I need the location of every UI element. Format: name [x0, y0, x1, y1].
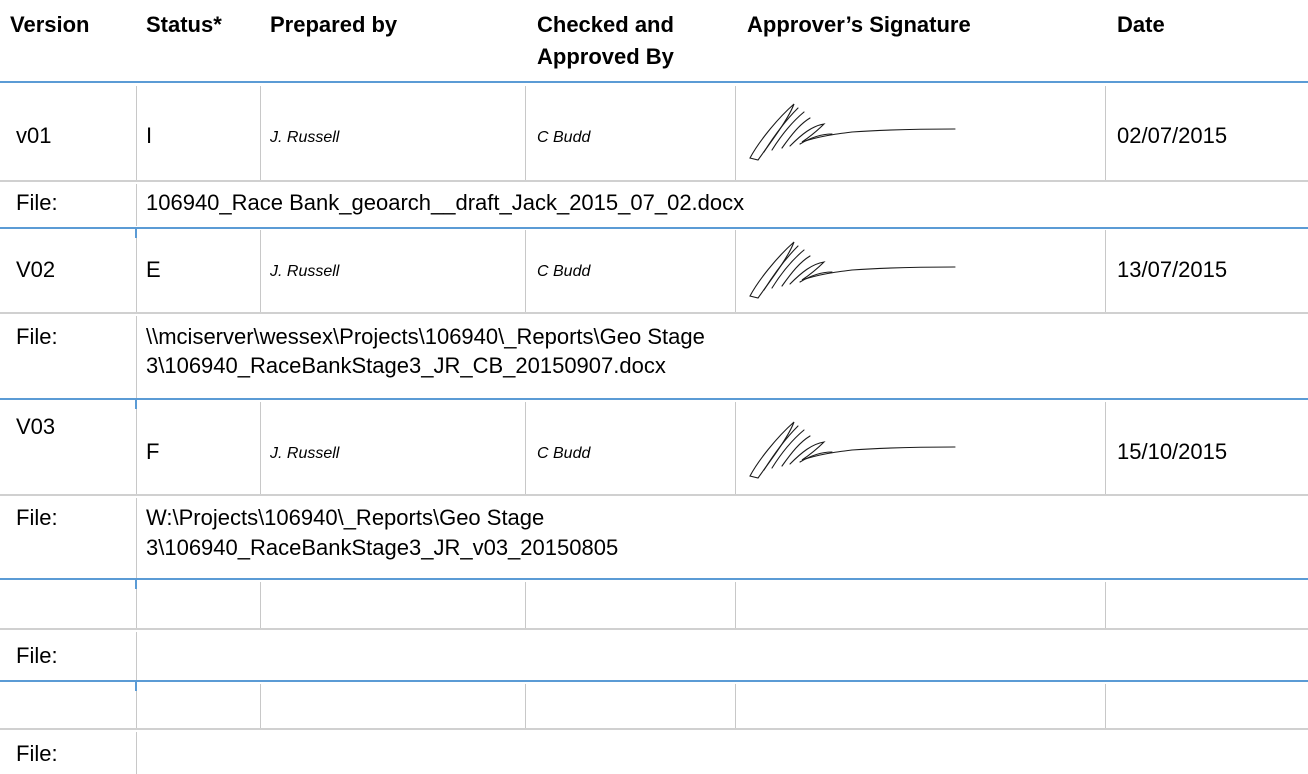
row1-checked-by: C Budd [537, 129, 591, 146]
row3-file-path-line2: 3\106940_RaceBankStage3_JR_v03_20150805 [146, 535, 619, 560]
row3-checked-by: C Budd [537, 445, 591, 462]
column-divider [1105, 684, 1106, 728]
column-divider [735, 582, 736, 628]
row2-file-path-line2: 3\106940_RaceBankStage3_JR_CB_20150907.d… [146, 353, 666, 378]
row2-version: V02 [16, 257, 56, 282]
row2-file-label: File: [16, 324, 58, 349]
header-signature: Approver’s Signature [747, 12, 971, 37]
column-divider [735, 402, 736, 494]
row1-version: v01 [16, 123, 52, 148]
row4-file-label: File: [16, 643, 58, 668]
column-divider [525, 86, 526, 180]
row3-date: 15/10/2015 [1117, 439, 1228, 464]
column-divider [525, 684, 526, 728]
column-divider [136, 86, 137, 180]
row1-status: I [146, 123, 153, 148]
column-divider [735, 684, 736, 728]
column-divider [260, 684, 261, 728]
row3-version: V03 [16, 414, 56, 439]
row3-file-label: File: [16, 505, 58, 530]
column-divider [525, 402, 526, 494]
row2-rule [0, 398, 1308, 400]
row2-status: E [146, 257, 161, 282]
column-divider [260, 230, 261, 312]
signature-image [749, 241, 956, 299]
signature-image [749, 421, 956, 479]
row2-date: 13/07/2015 [1117, 257, 1228, 282]
signature-image [749, 103, 956, 161]
column-divider [735, 230, 736, 312]
header-date: Date [1117, 12, 1165, 37]
rule-tick [135, 579, 137, 589]
header-status: Status* [146, 12, 222, 37]
column-divider [260, 86, 261, 180]
row1-file-path: 106940_Race Bank_geoarch__draft_Jack_201… [146, 190, 745, 215]
row3-file-path-line1: W:\Projects\106940\_Reports\Geo Stage [146, 505, 545, 530]
row3-rule [0, 578, 1308, 580]
rule-tick [135, 681, 137, 691]
row4-separator [0, 628, 1308, 630]
rule-tick [135, 399, 137, 409]
header-version: Version [10, 12, 90, 37]
row1-file-label: File: [16, 190, 58, 215]
file-column-divider [136, 184, 137, 226]
column-divider [136, 402, 137, 494]
file-column-divider [136, 632, 137, 680]
rule-tick [135, 228, 137, 238]
header-checked-approved-line1: Checked and [537, 12, 674, 37]
column-divider [1105, 582, 1106, 628]
file-column-divider [136, 316, 137, 398]
row5-separator [0, 728, 1308, 730]
column-divider [1105, 230, 1106, 312]
row2-checked-by: C Budd [537, 263, 591, 280]
column-divider [136, 230, 137, 312]
revision-history-table: Version Status* Prepared by Checked and … [0, 0, 1308, 774]
column-divider [260, 402, 261, 494]
header-prepared-by: Prepared by [270, 12, 398, 37]
row3-prepared-by: J. Russell [270, 445, 340, 462]
file-column-divider [136, 732, 137, 774]
row1-prepared-by: J. Russell [270, 129, 340, 146]
file-column-divider [136, 498, 137, 578]
column-divider [1105, 86, 1106, 180]
row2-prepared-by: J. Russell [270, 263, 340, 280]
row2-separator [0, 312, 1308, 314]
column-divider [735, 86, 736, 180]
row3-status: F [146, 439, 160, 464]
row4-rule [0, 680, 1308, 682]
row1-date: 02/07/2015 [1117, 123, 1228, 148]
header-checked-approved-line2: Approved By [537, 44, 674, 69]
header-rule [0, 81, 1308, 83]
row3-separator [0, 494, 1308, 496]
row2-file-path-line1: \\mciserver\wessex\Projects\106940\_Repo… [146, 324, 705, 349]
column-divider [260, 582, 261, 628]
column-divider [525, 230, 526, 312]
row5-file-label: File: [16, 741, 58, 766]
row1-separator [0, 180, 1308, 182]
row1-rule [0, 227, 1308, 229]
column-divider [1105, 402, 1106, 494]
column-divider [525, 582, 526, 628]
